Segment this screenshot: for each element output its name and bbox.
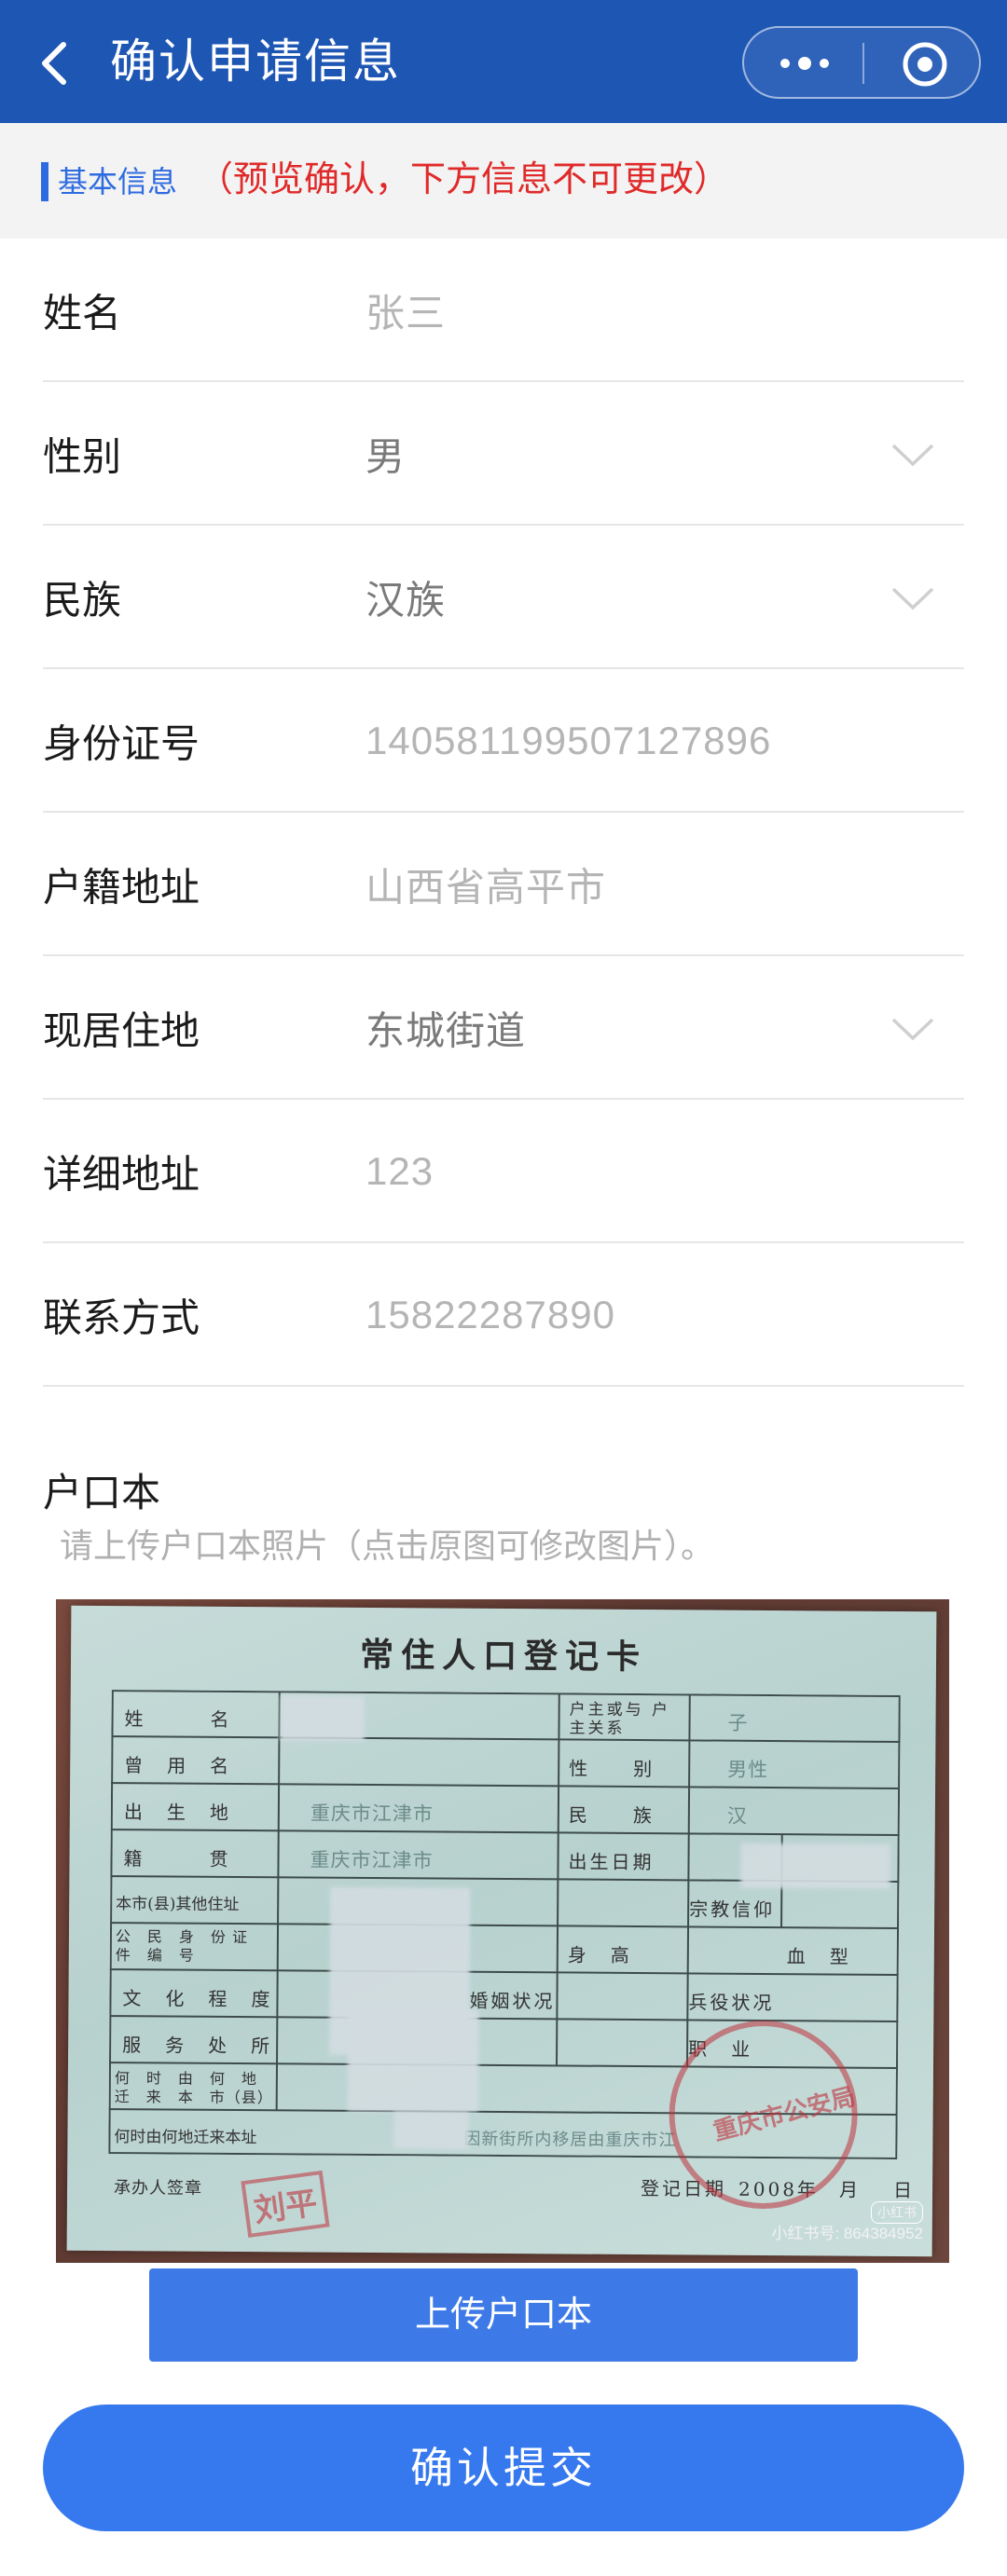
- form-row-name: 姓名 张三: [0, 239, 1007, 382]
- name-field: 张三: [366, 291, 447, 336]
- hukou-section-title: 户口本: [43, 1471, 161, 1514]
- section-accent-bar: [41, 162, 48, 201]
- card-label: 籍 贯: [123, 1847, 231, 1870]
- form-row-id-number: 身份证号 140581199507127896: [0, 669, 1007, 813]
- hukou-photo[interactable]: 常住人口登记卡 姓 名 曾 用 名 出 生 地 籍 贯 本市(县)其他住址 公 …: [56, 1599, 949, 2263]
- card-label: 性 别: [569, 1757, 655, 1781]
- privacy-blur: [740, 1843, 890, 1889]
- basic-info-notice: 基本信息 （预览确认，下方信息不可更改）: [0, 123, 1007, 239]
- gender-select: 男: [366, 434, 407, 479]
- card-label: 出生日期: [568, 1850, 655, 1874]
- photo-watermark: 小红书 小红书号: 864384952: [771, 2201, 923, 2244]
- form-row-registered-address: 户籍地址 山西省高平市: [0, 813, 1007, 956]
- chevron-left-icon[interactable]: [35, 37, 73, 89]
- card-value: 汉: [726, 1804, 748, 1828]
- card-label: 姓 名: [124, 1707, 232, 1731]
- card-value: 重庆市江津市: [310, 1848, 434, 1872]
- form-row-phone: 联系方式 15822287890: [0, 1243, 1007, 1387]
- hukou-upload-hint: 请上传户口本照片（点击原图可修改图片）。: [60, 1527, 715, 1565]
- mini-program-capsule: [742, 26, 981, 99]
- readonly-warning: （预览确认，下方信息不可更改）: [198, 160, 730, 199]
- card-label: 公 民 身 份 证 件 编 号: [115, 1927, 265, 1965]
- page-title: 确认申请信息: [110, 35, 401, 88]
- card-label: 民 族: [568, 1803, 655, 1828]
- card-label: 日: [892, 2178, 916, 2202]
- card-value: 男性: [727, 1758, 769, 1781]
- form-row-detail-address: 详细地址 123: [0, 1100, 1007, 1243]
- phone-field: 15822287890: [366, 1293, 615, 1336]
- field-label: 身份证号: [43, 721, 200, 766]
- field-label: 姓名: [43, 291, 122, 336]
- field-label: 民族: [43, 578, 122, 623]
- confirm-submit-button[interactable]: 确认提交: [43, 2405, 964, 2531]
- card-label: 服 务 处 所: [122, 2034, 273, 2058]
- registered-address-field: 山西省高平市: [366, 865, 607, 910]
- form-row-ethnicity: 民族 汉族: [0, 526, 1007, 669]
- privacy-blur: [393, 2111, 469, 2149]
- card-label: 月: [838, 2178, 862, 2201]
- ethnicity-select: 汉族: [366, 578, 447, 623]
- card-label: 婚姻状况: [469, 1989, 556, 2013]
- card-label: 曾 用 名: [124, 1754, 232, 1777]
- card-value: 子: [727, 1711, 749, 1734]
- more-dots-icon[interactable]: [776, 48, 834, 78]
- card-title: 常住人口登记卡: [359, 1635, 648, 1678]
- card-label: 血 型: [786, 1945, 851, 1968]
- card-label: 何时由何地迁来本址: [114, 2128, 257, 2148]
- privacy-blur: [280, 1695, 365, 1741]
- field-label: 详细地址: [43, 1152, 200, 1197]
- card-label: 承办人签章: [113, 2178, 203, 2199]
- card-label: 户主或与 户主关系: [569, 1700, 671, 1738]
- form-row-residence: 现居住地 东城街道: [0, 956, 1007, 1100]
- field-label: 户籍地址: [43, 865, 200, 910]
- watermark-id: 小红书号: 864384952: [771, 2225, 923, 2242]
- top-nav-bar: 确认申请信息: [0, 0, 1007, 123]
- upload-hukou-button[interactable]: 上传户口本: [149, 2268, 858, 2362]
- card-value: 因新街所内移居由重庆市江: [463, 2129, 677, 2151]
- officer-stamp: 刘平: [241, 2170, 330, 2238]
- residence-select: 东城街道: [366, 1008, 527, 1053]
- form-row-gender: 性别 男: [0, 382, 1007, 526]
- card-label: 何 时 由 何 地 迁 来 本 市（县）: [114, 2069, 273, 2107]
- card-label: 身 高: [567, 1943, 632, 1966]
- registration-card: 常住人口登记卡 姓 名 曾 用 名 出 生 地 籍 贯 本市(县)其他住址 公 …: [66, 1605, 937, 2257]
- row-divider: [43, 1385, 964, 1387]
- card-label: 兵役状况: [688, 1991, 775, 2015]
- id-number-field: 140581199507127896: [366, 719, 772, 762]
- card-label: 出 生 地: [123, 1801, 231, 1824]
- privacy-blur: [347, 2007, 479, 2112]
- field-label: 性别: [43, 434, 122, 479]
- detail-address-field: 123: [366, 1149, 435, 1193]
- watermark-badge: 小红书: [871, 2201, 923, 2224]
- card-label: 宗教信仰: [689, 1898, 776, 1922]
- capsule-divider: [862, 43, 864, 84]
- field-label: 现居住地: [43, 1008, 200, 1053]
- card-value: 重庆市江津市: [310, 1802, 434, 1826]
- chevron-down-icon: [891, 1018, 934, 1041]
- card-label: 本市(县)其他住址: [116, 1895, 240, 1915]
- chevron-down-icon: [891, 444, 934, 467]
- field-label: 联系方式: [43, 1295, 200, 1340]
- chevron-down-icon: [891, 587, 934, 610]
- card-label: 文 化 程 度: [122, 1987, 273, 2011]
- section-label: 基本信息: [58, 165, 178, 199]
- target-circle-icon[interactable]: [901, 40, 949, 89]
